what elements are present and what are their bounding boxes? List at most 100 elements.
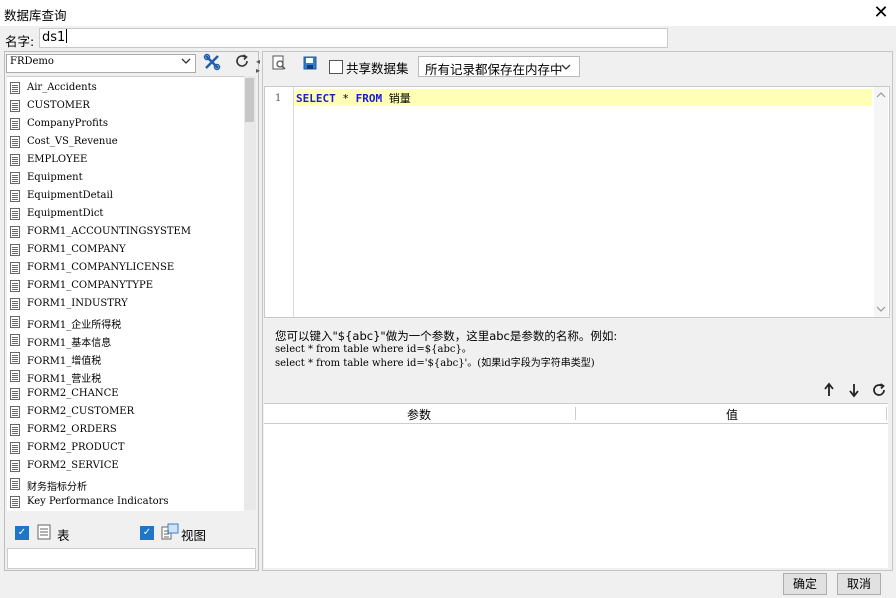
table-icon (10, 136, 20, 148)
table-list-item[interactable]: FORM2_ORDERS (7, 421, 244, 439)
ok-button[interactable]: 确定 (783, 573, 827, 595)
table-list-item[interactable]: FORM1_增值税 (7, 349, 244, 367)
table-list-item[interactable]: EquipmentDict (7, 205, 244, 223)
table-list-item-label: EMPLOYEE (27, 154, 88, 165)
table-list-item[interactable]: CUSTOMER (7, 97, 244, 115)
help-line: select * from table where id=${abc}。 (275, 344, 472, 355)
column-divider (575, 407, 576, 420)
share-dataset-checkbox[interactable] (329, 60, 343, 74)
table-list-item-label: FORM1_ACCOUNTINGSYSTEM (27, 226, 192, 237)
sql-keyword: FROM (355, 92, 383, 105)
table-list-item[interactable]: FORM1_COMPANYTYPE (7, 277, 244, 295)
table-list-item-label: EquipmentDict (27, 208, 104, 219)
table-list-item[interactable]: Equipment (7, 169, 244, 187)
table-icon (10, 226, 20, 238)
editor-scrollbar[interactable] (874, 87, 888, 317)
table-list-item[interactable]: Air_Accidents (7, 79, 244, 97)
view-icon (161, 523, 179, 544)
table-list-item[interactable]: FORM2_SERVICE (7, 457, 244, 475)
table-list-item[interactable]: EMPLOYEE (7, 151, 244, 169)
table-list-item[interactable]: FORM1_INDUSTRY (7, 295, 244, 313)
table-list-item-label: FORM1_COMPANYLICENSE (27, 262, 175, 273)
chevron-down-icon[interactable] (177, 55, 194, 72)
storage-mode-select[interactable]: 所有记录都保存在内存中 (418, 56, 580, 77)
close-icon[interactable]: ✕ (868, 1, 894, 25)
table-list-item[interactable]: EquipmentDetail (7, 187, 244, 205)
table-list-item-label: FORM1_企业所得税 (27, 320, 122, 331)
table-list-item[interactable]: CompanyProfits (7, 115, 244, 133)
table-list-item-label: CompanyProfits (27, 118, 108, 129)
table-list[interactable]: Air_Accidents CUSTOMER CompanyProfits Cost_… (7, 76, 244, 511)
table-icon (10, 118, 20, 130)
sql-text[interactable]: SELECT * FROM 销量 (296, 90, 411, 106)
chevron-down-icon[interactable] (876, 303, 886, 317)
table-icon (10, 82, 20, 94)
table-icon (10, 496, 20, 508)
scrollbar-thumb[interactable] (245, 78, 254, 122)
table-list-item-label: FORM2_CUSTOMER (27, 406, 135, 417)
table-icon (37, 524, 51, 543)
sql-star: * (335, 92, 356, 105)
cancel-button[interactable]: 取消 (837, 573, 881, 595)
table-list-item-label: Key Performance Indicators (27, 496, 169, 507)
name-input[interactable]: ds1 (39, 28, 668, 48)
table-icon (10, 154, 20, 166)
table-icon (10, 424, 20, 436)
connection-settings-icon[interactable] (201, 53, 223, 73)
datasource-select-value: FRDemo (10, 56, 54, 67)
table-list-item[interactable]: Cost_VS_Revenue (7, 133, 244, 151)
parameter-table[interactable]: 参数 值 (264, 403, 888, 568)
chevron-up-icon[interactable] (876, 89, 886, 103)
preview-icon[interactable] (268, 55, 290, 75)
table-list-scrollbar[interactable] (244, 76, 256, 510)
table-icon (10, 316, 20, 328)
move-down-icon[interactable] (847, 382, 861, 401)
table-icon (10, 298, 20, 310)
table-list-item-label: FORM1_INDUSTRY (27, 298, 128, 309)
table-icon (10, 460, 20, 472)
table-list-item-label: CUSTOMER (27, 100, 90, 111)
table-list-item[interactable]: FORM1_企业所得税 (7, 313, 244, 331)
name-input-value: ds1 (42, 30, 66, 45)
table-list-item-label: FORM2_ORDERS (27, 424, 117, 435)
table-list-item[interactable]: FORM1_营业税 (7, 367, 244, 385)
move-up-icon[interactable] (822, 382, 836, 401)
table-list-item[interactable]: FORM1_ACCOUNTINGSYSTEM (7, 223, 244, 241)
sql-keyword: SELECT (296, 92, 336, 105)
parameter-help-text: 您可以键入"${abc}"做为一个参数，这里abc是参数的名称。例如: sele… (275, 329, 617, 371)
table-filter-checkbox[interactable]: ✓ (15, 526, 29, 540)
table-list-item[interactable]: FORM1_基本信息 (7, 331, 244, 349)
table-list-item-label: 财务指标分析 (27, 482, 87, 493)
help-line: 您可以键入"${abc}"做为一个参数，这里abc是参数的名称。例如: (275, 329, 618, 343)
storage-mode-value: 所有记录都保存在内存中 (425, 62, 563, 77)
table-list-item[interactable]: FORM2_PRODUCT (7, 439, 244, 457)
table-list-item-label: Equipment (27, 172, 83, 183)
save-icon[interactable] (299, 55, 321, 75)
table-list-item[interactable]: 财务指标分析 (7, 475, 244, 493)
table-search-input[interactable] (7, 548, 256, 569)
table-list-item[interactable]: FORM2_CUSTOMER (7, 403, 244, 421)
refresh-icon[interactable] (231, 53, 253, 73)
datasource-select[interactable]: FRDemo (6, 54, 196, 73)
view-filter-checkbox[interactable]: ✓ (140, 526, 154, 540)
help-line: select * from table where id='${abc}'。(如… (275, 358, 595, 369)
table-icon (10, 172, 20, 184)
table-list-item-label: FORM2_CHANCE (27, 388, 119, 399)
refresh-params-icon[interactable] (871, 382, 887, 401)
table-icon (10, 442, 20, 454)
table-list-item-label: FORM1_营业税 (27, 374, 102, 385)
table-list-item-label: FORM2_PRODUCT (27, 442, 125, 453)
table-list-item-label: Air_Accidents (27, 82, 97, 93)
table-list-item[interactable]: FORM2_CHANCE (7, 385, 244, 403)
column-header-param: 参数 (407, 408, 432, 422)
table-list-item[interactable]: FORM1_COMPANY (7, 241, 244, 259)
table-icon (10, 280, 20, 292)
chevron-down-icon[interactable] (561, 61, 571, 75)
table-list-item[interactable]: FORM1_COMPANYLICENSE (7, 259, 244, 277)
view-filter-label: 视图 (181, 528, 207, 543)
collapse-handle-icon[interactable]: ◂ ▸ (256, 57, 260, 75)
table-filter-label: 表 (57, 528, 70, 543)
table-icon (10, 406, 20, 418)
table-list-item[interactable]: Key Performance Indicators (7, 493, 244, 511)
sql-editor[interactable]: 1 SELECT * FROM 销量 (264, 86, 890, 318)
